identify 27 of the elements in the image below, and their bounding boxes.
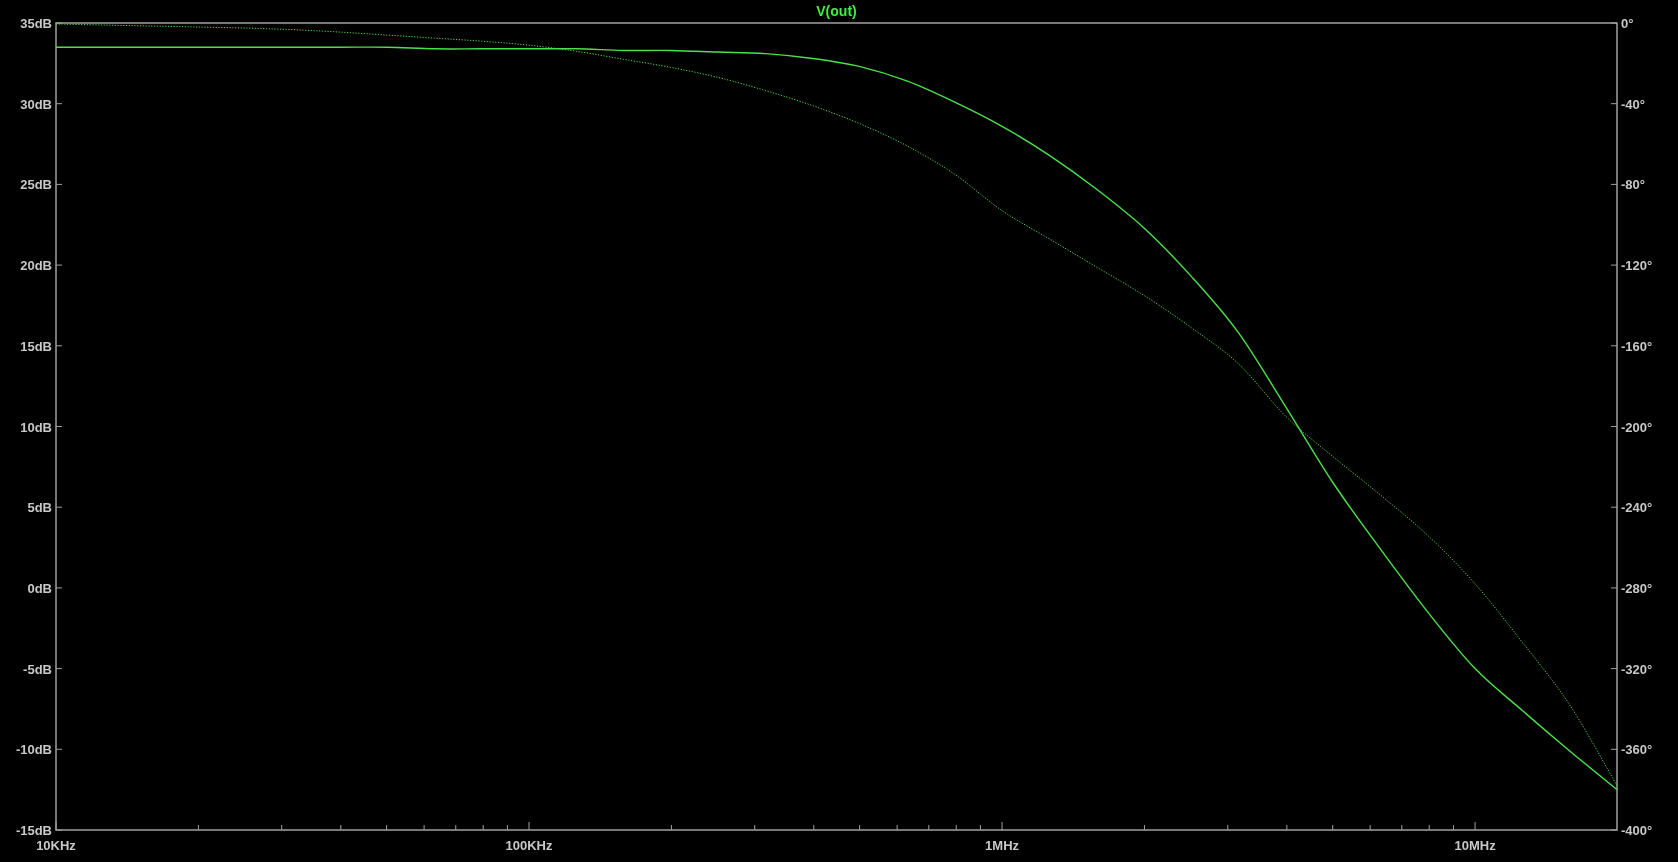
axis-tick-label: -360° [1621, 742, 1653, 758]
axis-tick-label: 100KHz [505, 838, 553, 853]
axis-tick-label: 10dB [20, 419, 52, 435]
axis-tick-label: 15dB [20, 338, 52, 354]
axis-tick-label: -10dB [15, 742, 52, 758]
chart-title: V(out) [816, 3, 857, 19]
axis-tick-label: -400° [1621, 823, 1653, 838]
axis-tick-label: 35dB [20, 16, 52, 31]
axis-tick-label: -80° [1621, 177, 1645, 193]
axis-tick-label: -5dB [23, 661, 52, 677]
axis-tick-label: 30dB [20, 96, 52, 112]
axis-tick-label: -280° [1621, 580, 1653, 596]
axis-tick-label: -15dB [15, 823, 52, 838]
axis-tick-label: 10KHz [36, 838, 76, 853]
axis-tick-label: -40° [1621, 96, 1645, 112]
axis-tick-label: -160° [1621, 338, 1653, 354]
axis-tick-label: 5dB [27, 500, 52, 516]
axis-tick-label: 1MHz [985, 838, 1020, 853]
axis-tick-label: 20dB [20, 258, 52, 274]
axis-tick-label: 10MHz [1454, 838, 1496, 853]
axis-tick-label: -320° [1621, 661, 1653, 677]
axis-tick-label: 0° [1621, 16, 1634, 31]
axis-tick-label: 25dB [20, 177, 52, 193]
axis-tick-label: -120° [1621, 258, 1653, 274]
axis-tick-label: 0dB [27, 580, 52, 596]
axis-tick-label: -200° [1621, 419, 1653, 435]
axis-tick-label: -240° [1621, 500, 1653, 516]
